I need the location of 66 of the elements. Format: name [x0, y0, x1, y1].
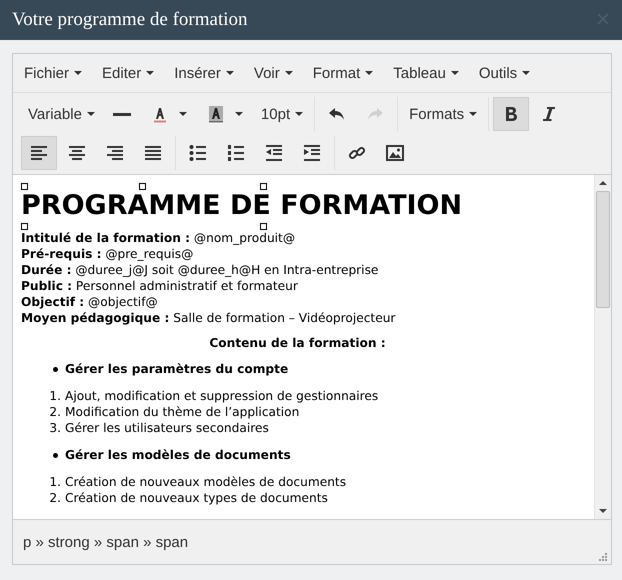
resize-handle[interactable]	[139, 183, 146, 190]
resize-grip-icon[interactable]	[597, 551, 607, 561]
menu-item[interactable]: Editer	[95, 60, 162, 86]
list-item: Création de nouveaux types de documents	[65, 490, 328, 506]
caret-icon	[469, 112, 478, 116]
list-item: Modification du thème de l’application	[65, 404, 300, 420]
image-icon	[386, 144, 404, 162]
numbered-list-icon	[227, 144, 245, 162]
caret-icon	[146, 71, 154, 75]
toolbar-button[interactable]	[493, 97, 530, 131]
dropdown-button[interactable]: 10pt	[254, 97, 310, 131]
element-path: p » strong » span » span	[23, 534, 188, 550]
caret-icon	[450, 71, 459, 75]
resize-handle[interactable]	[21, 223, 28, 230]
topic-title: Gérer les paramètres du compte	[65, 362, 288, 376]
toolbar-button[interactable]	[21, 136, 57, 170]
highlight-color-icon	[206, 105, 225, 123]
list-number: 2.	[48, 490, 62, 506]
window-title: Votre programme de formation	[12, 9, 248, 31]
caret-icon	[284, 71, 293, 75]
caret-icon	[74, 71, 82, 75]
menu-item[interactable]: Insérer	[167, 60, 241, 86]
menu-item[interactable]: Tableau	[386, 60, 466, 86]
list-item: Ajout, modification et suppression de gestionnaires	[65, 388, 378, 404]
menu-item[interactable]: Format	[306, 60, 380, 86]
field-line: Intitulé de la formation : @nom_produit@	[21, 230, 296, 246]
list-item: Gérer les utilisateurs secondaires	[65, 420, 269, 436]
caret-icon	[226, 71, 234, 75]
resize-handle[interactable]	[260, 183, 267, 190]
list-number: 1.	[48, 474, 62, 490]
menu-item[interactable]: Outils	[472, 60, 538, 86]
caret-icon	[365, 71, 374, 75]
field-line: Public : Personnel administratif et formateur	[21, 278, 299, 294]
caret-icon	[178, 112, 187, 116]
indent-icon	[303, 144, 321, 162]
resize-handle[interactable]	[260, 223, 267, 230]
caret-icon	[86, 112, 95, 116]
list-number: 2.	[48, 404, 62, 420]
bullet-icon	[53, 452, 58, 458]
align-left-icon	[30, 144, 48, 162]
resize-handle[interactable]	[21, 183, 28, 190]
scrollbar[interactable]	[594, 175, 611, 519]
field-line: Objectif : @objectif@	[21, 294, 159, 310]
align-right-icon	[106, 144, 124, 162]
bullet-list-icon	[189, 144, 207, 162]
caret-icon	[234, 112, 243, 116]
list-item: Création de nouveaux modèles de documents	[65, 474, 346, 490]
menu-item[interactable]: Voir	[246, 60, 300, 86]
field-line: Moyen pédagogique : Salle de formation – Vidéoprojecteur	[21, 310, 396, 326]
link-icon	[348, 144, 366, 162]
document-heading: PROGRAMME DE FORMATION	[21, 190, 462, 222]
field-line: Pré-requis : @pre_requis@	[21, 246, 194, 262]
dropdown-button[interactable]: Formats	[402, 97, 484, 131]
caret-icon	[295, 112, 304, 116]
list-number: 1.	[48, 388, 62, 404]
justify-icon	[144, 144, 162, 162]
dropdown-button[interactable]: Variable	[21, 97, 102, 131]
list-number: 3.	[48, 420, 62, 436]
align-center-icon	[68, 144, 86, 162]
menu-item[interactable]: Fichier	[17, 60, 90, 86]
section-heading: Contenu de la formation :	[208, 336, 387, 350]
caret-icon	[522, 71, 530, 75]
bullet-icon	[53, 366, 58, 372]
field-line: Durée : @duree_j@J soit @duree_h@H en Intra-entreprise	[21, 262, 380, 278]
outdent-icon	[265, 144, 283, 162]
topic-title: Gérer les modèles de documents	[65, 448, 291, 462]
